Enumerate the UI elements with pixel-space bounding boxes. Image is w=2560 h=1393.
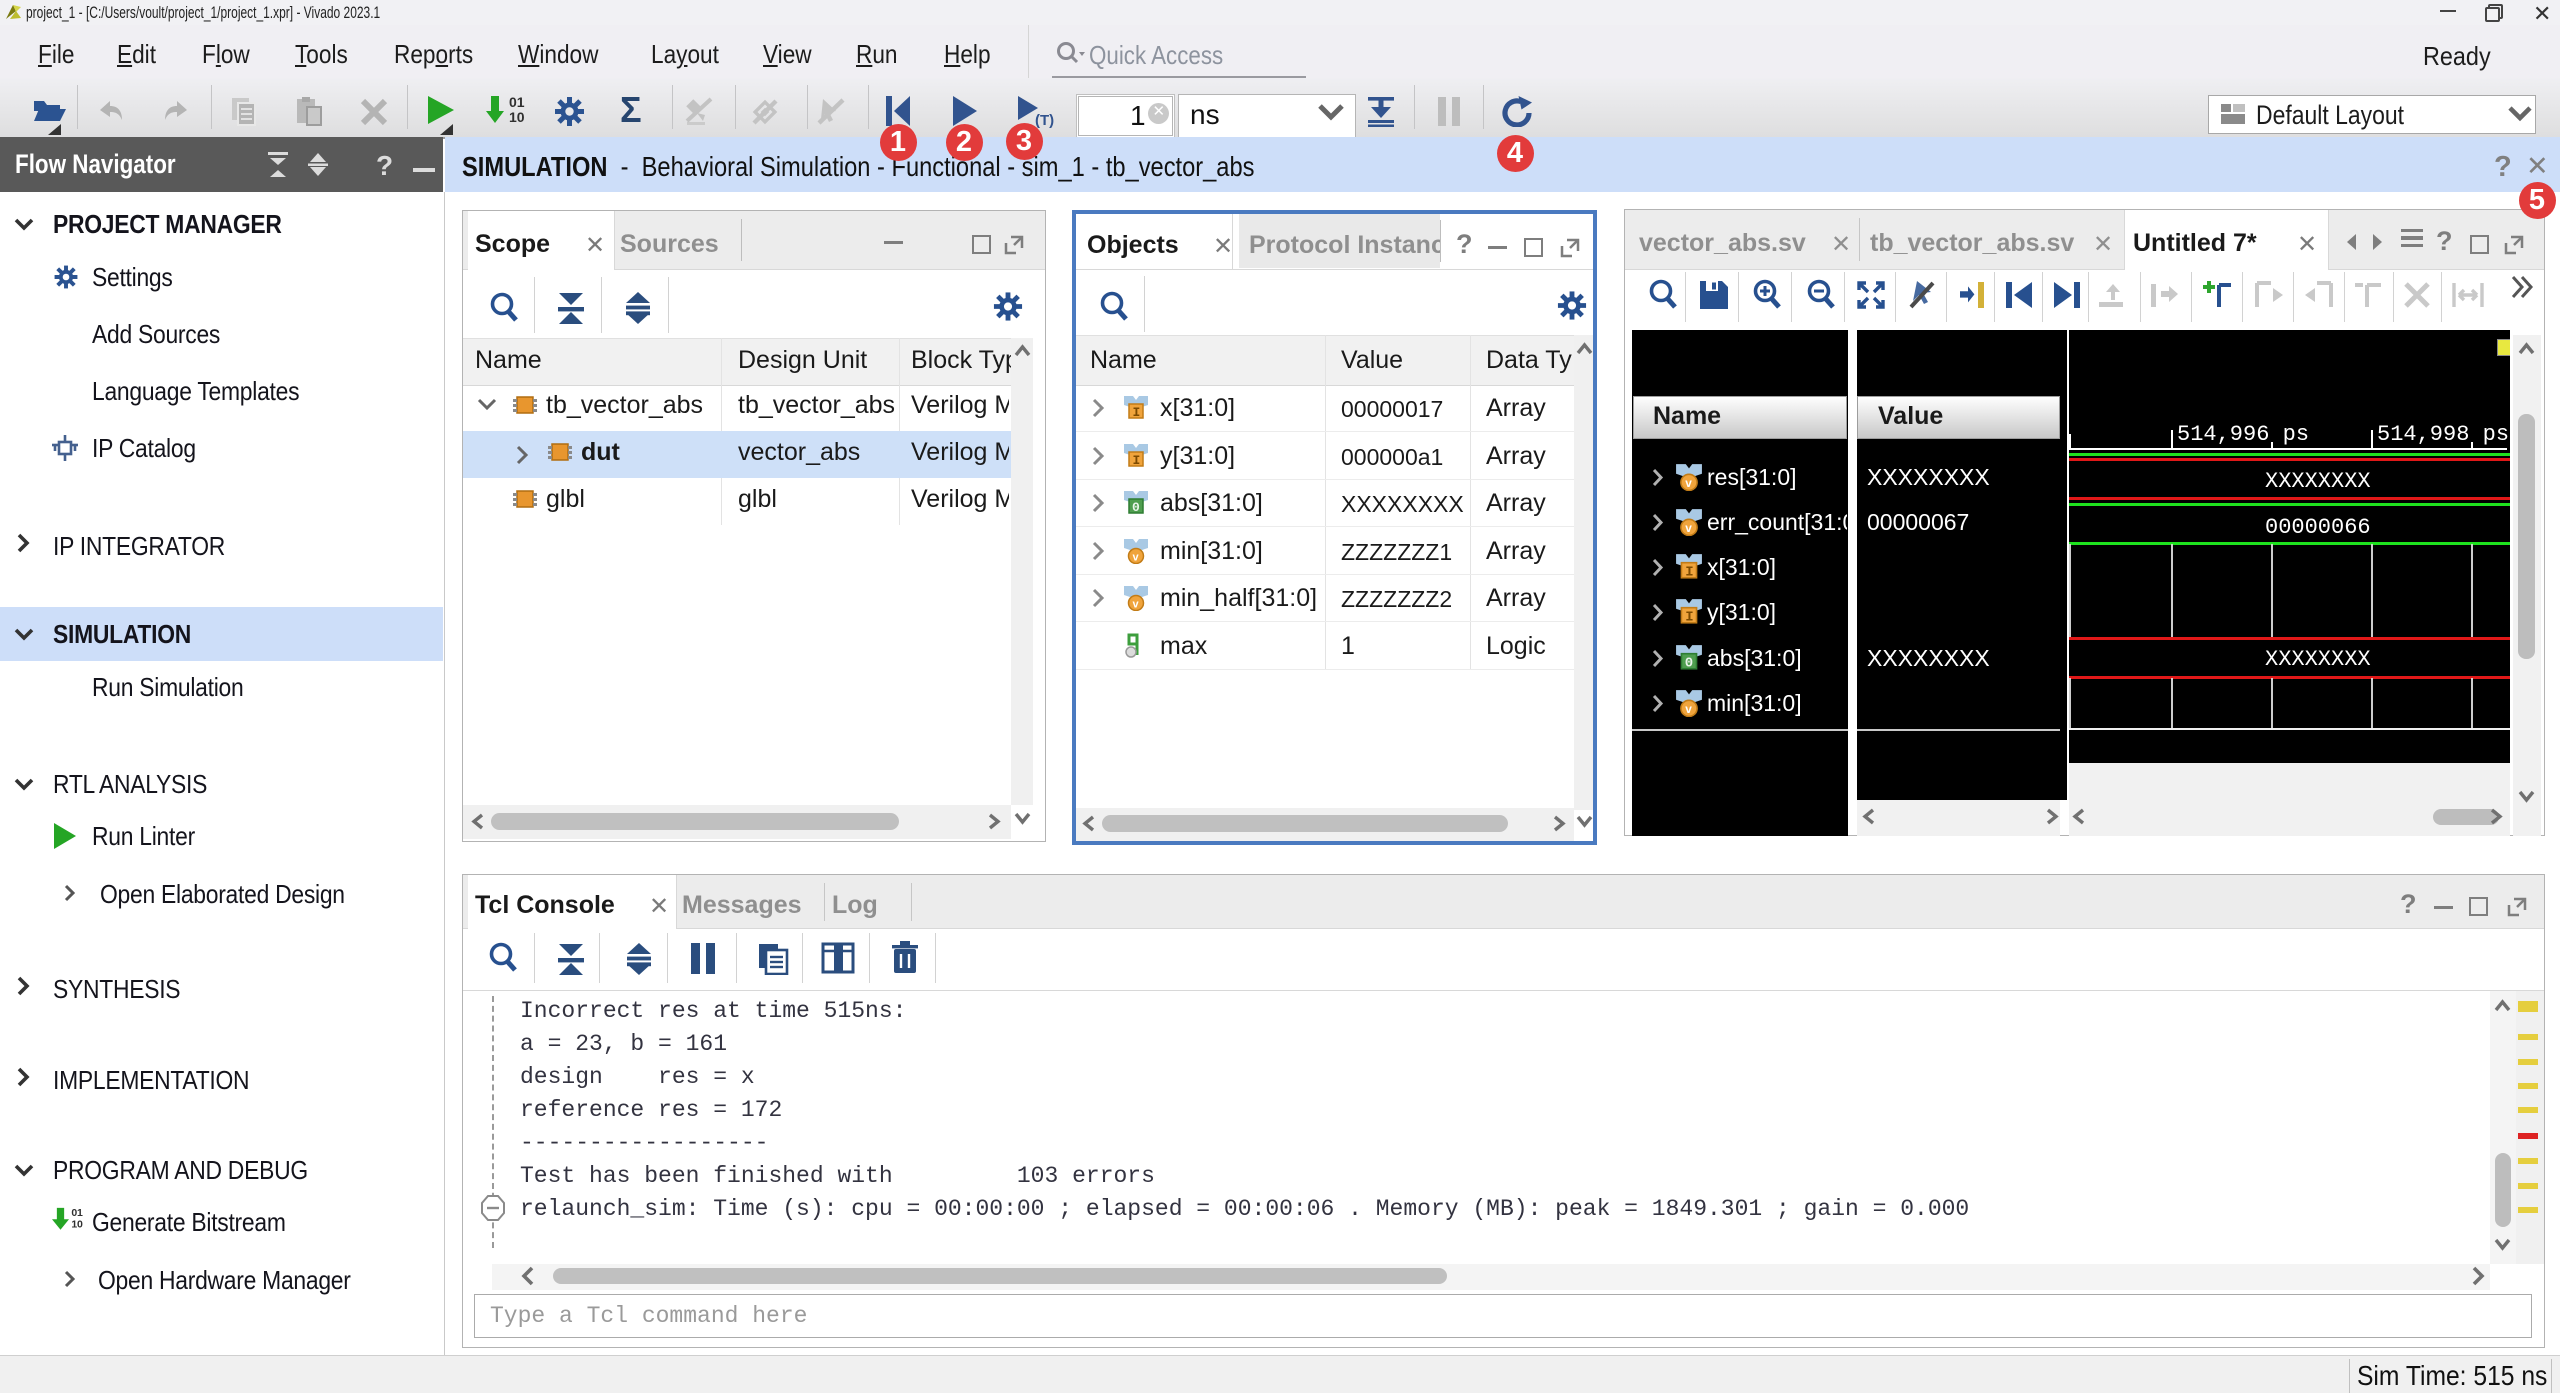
svg-text:I: I xyxy=(1685,565,1693,581)
svg-text:v: v xyxy=(1685,476,1692,490)
svg-text:10: 10 xyxy=(509,109,525,125)
svg-text:v: v xyxy=(1685,702,1692,716)
svg-text:I: I xyxy=(1133,405,1141,420)
svg-text:01: 01 xyxy=(509,94,525,110)
svg-text:01: 01 xyxy=(71,1207,83,1219)
svg-text:0: 0 xyxy=(1132,500,1140,515)
svg-text:I: I xyxy=(1133,453,1141,468)
svg-text:10: 10 xyxy=(71,1218,83,1230)
svg-text:(T): (T) xyxy=(1035,112,1054,128)
svg-text:I: I xyxy=(1685,610,1693,626)
svg-text:v: v xyxy=(1685,521,1692,535)
svg-text:v: v xyxy=(1133,552,1140,564)
svg-text:0: 0 xyxy=(1685,656,1693,672)
svg-text:v: v xyxy=(1133,599,1140,611)
